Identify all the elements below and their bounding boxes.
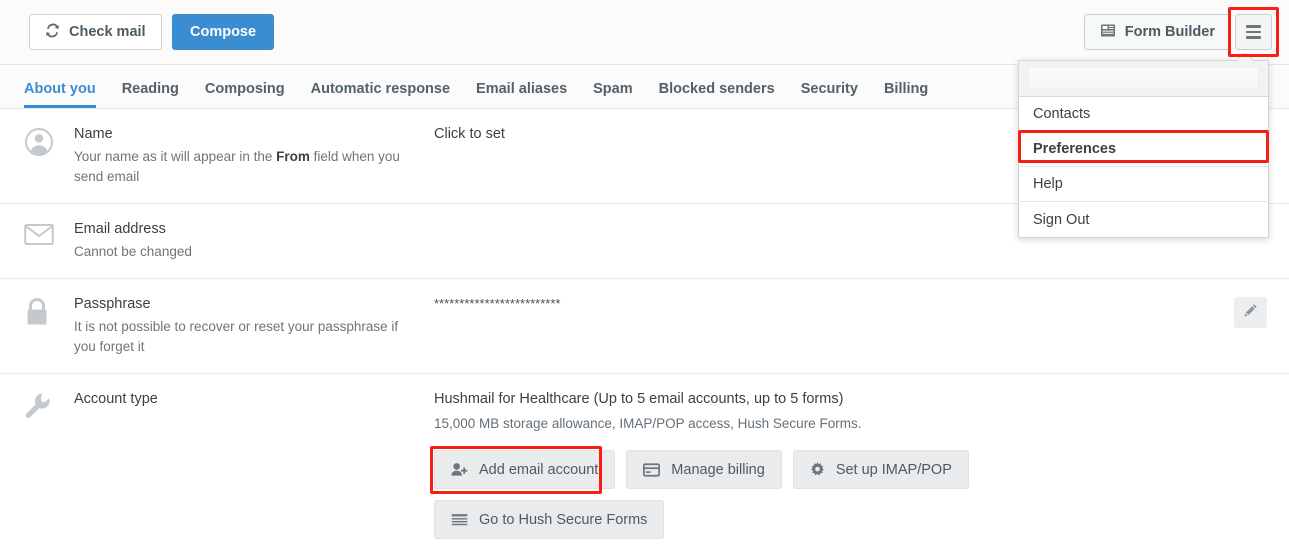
go-to-hush-secure-forms-label: Go to Hush Secure Forms [479, 511, 648, 528]
account-dropdown-menu: Contacts Preferences Help Sign Out [1018, 60, 1269, 238]
tab-composing[interactable]: Composing [205, 81, 301, 109]
hushmail-preferences-page: Check mail Compose Form Builder About yo… [0, 0, 1289, 554]
card-icon [643, 462, 661, 477]
pencil-icon [1243, 303, 1258, 322]
form-builder-label: Form Builder [1124, 24, 1215, 40]
envelope-icon [24, 219, 74, 262]
gear-icon [810, 462, 825, 477]
row-passphrase-title: Passphrase [74, 296, 151, 312]
hamburger-menu-button[interactable] [1235, 14, 1272, 50]
menu-header [1019, 61, 1268, 97]
row-name-desc: Your name as it will appear in the From … [74, 149, 400, 184]
tab-security[interactable]: Security [801, 81, 874, 109]
menu-item-preferences[interactable]: Preferences [1019, 132, 1268, 167]
row-account-type-value: Hushmail for Healthcare (Up to 5 email a… [434, 389, 1265, 550]
form-icon [1100, 23, 1116, 42]
tab-spam[interactable]: Spam [593, 81, 649, 109]
account-plan-name: Hushmail for Healthcare (Up to 5 email a… [434, 391, 844, 407]
refresh-icon [45, 23, 60, 42]
account-plan-details: 15,000 MB storage allowance, IMAP/POP ac… [434, 416, 862, 431]
account-action-row-2: Go to Hush Secure Forms [434, 500, 1265, 539]
menu-caret-icon [1238, 53, 1253, 61]
wrench-icon [24, 389, 74, 550]
form-builder-button[interactable]: Form Builder [1083, 14, 1231, 50]
top-toolbar: Check mail Compose Form Builder [0, 0, 1289, 65]
compose-label: Compose [190, 24, 257, 40]
tab-billing[interactable]: Billing [884, 81, 944, 109]
tab-reading[interactable]: Reading [122, 81, 195, 109]
manage-billing-label: Manage billing [671, 461, 765, 478]
row-account-type-label: Account type [74, 389, 434, 550]
menu-header-box [1028, 67, 1259, 90]
edit-passphrase-button[interactable] [1234, 297, 1267, 328]
tab-automatic-response[interactable]: Automatic response [311, 81, 466, 109]
row-passphrase-label: Passphrase It is not possible to recover… [74, 294, 434, 357]
row-passphrase-desc: It is not possible to recover or reset y… [74, 319, 399, 354]
add-email-account-button[interactable]: Add email account [434, 450, 616, 489]
manage-billing-button[interactable]: Manage billing [626, 450, 782, 489]
menu-item-contacts[interactable]: Contacts [1019, 97, 1268, 132]
row-account-type-title: Account type [74, 391, 158, 407]
menu-item-sign-out[interactable]: Sign Out [1019, 202, 1268, 237]
check-mail-label: Check mail [69, 24, 146, 40]
check-mail-button[interactable]: Check mail [29, 14, 162, 50]
tab-about-you[interactable]: About you [24, 81, 112, 109]
compose-button[interactable]: Compose [172, 14, 275, 50]
tab-email-aliases[interactable]: Email aliases [476, 81, 583, 109]
row-email-desc: Cannot be changed [74, 244, 192, 259]
account-action-row-1: Add email account Manage billing Set up … [434, 450, 1265, 489]
row-name-title: Name [74, 126, 113, 142]
hamburger-icon [1246, 25, 1261, 39]
row-passphrase: Passphrase It is not possible to recover… [0, 279, 1289, 374]
menu-item-help[interactable]: Help [1019, 167, 1268, 202]
passphrase-masked-value: ************************* [434, 296, 561, 311]
row-account-type: Account type Hushmail for Healthcare (Up… [0, 374, 1289, 554]
setup-imap-pop-button[interactable]: Set up IMAP/POP [792, 450, 969, 489]
row-passphrase-value: ************************* [434, 294, 1265, 357]
person-icon [24, 124, 74, 187]
lock-icon [24, 294, 74, 357]
tab-blocked-senders[interactable]: Blocked senders [659, 81, 791, 109]
name-click-to-set[interactable]: Click to set [434, 126, 505, 142]
go-to-hush-secure-forms-button[interactable]: Go to Hush Secure Forms [434, 500, 665, 539]
row-name-label: Name Your name as it will appear in the … [74, 124, 434, 187]
add-email-account-label: Add email account [479, 461, 599, 478]
account-action-buttons: Add email account Manage billing Set up … [434, 450, 1265, 539]
forms-icon [451, 513, 468, 527]
row-email-title: Email address [74, 221, 166, 237]
setup-imap-pop-label: Set up IMAP/POP [835, 461, 952, 478]
row-email-label: Email address Cannot be changed [74, 219, 434, 262]
user-add-icon [451, 462, 468, 477]
